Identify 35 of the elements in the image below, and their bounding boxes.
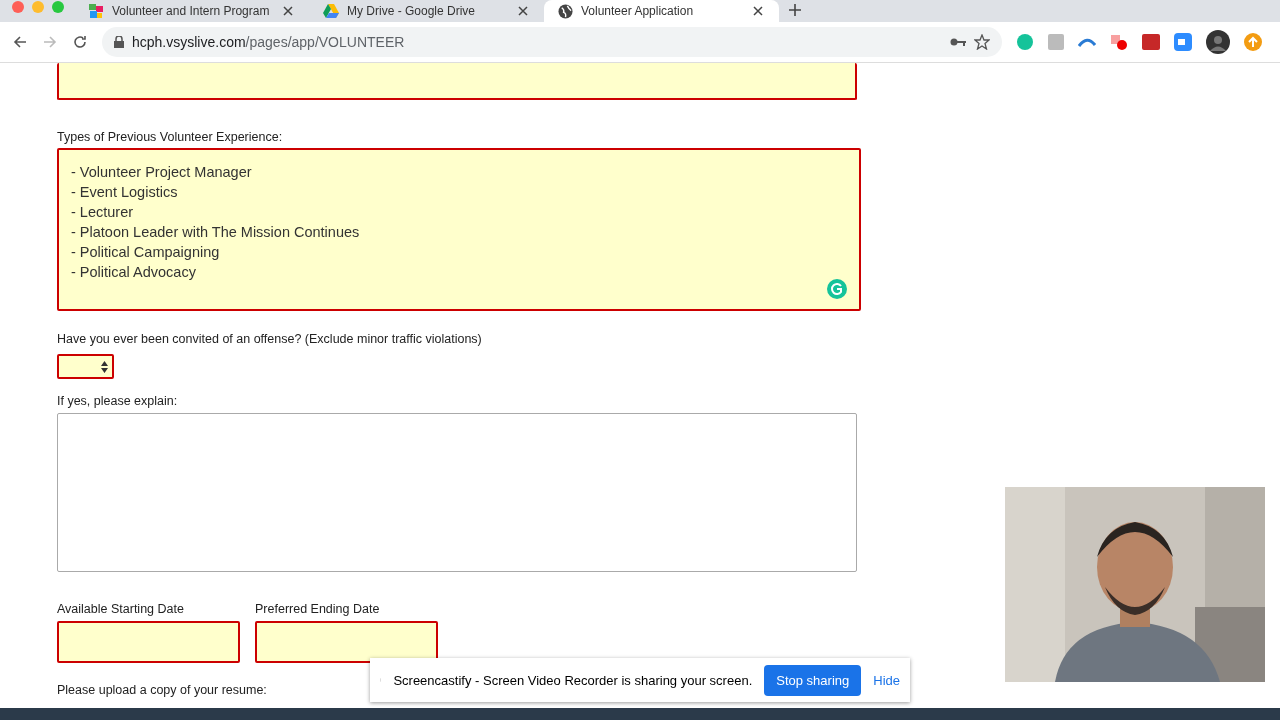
stop-sharing-button[interactable]: Stop sharing (764, 664, 862, 696)
extension-icon[interactable] (1078, 37, 1096, 47)
new-tab-icon[interactable] (787, 2, 803, 18)
field-label: Preferred Ending Date (255, 602, 381, 616)
hide-link[interactable]: Hide (873, 672, 900, 688)
date-field[interactable] (255, 621, 438, 663)
select-field[interactable] (57, 354, 114, 379)
browser-tab[interactable]: My Drive - Google Drive (309, 0, 544, 22)
globe-icon (558, 3, 573, 19)
field-label: Have you ever been convited of an offense? (Exclude minor traffic violations) (57, 332, 483, 346)
text-area[interactable] (57, 63, 857, 100)
close-icon[interactable] (751, 4, 765, 18)
key-icon[interactable] (950, 37, 966, 47)
app-icon (88, 3, 104, 19)
drive-icon (323, 4, 339, 18)
reload-icon[interactable] (72, 34, 88, 50)
close-window-button[interactable] (12, 1, 24, 13)
back-icon[interactable] (12, 34, 28, 50)
sharing-message: Screencastify - Screen Video Recorder is sharing your screen. (393, 672, 753, 688)
field-label: Types of Previous Volunteer Experience: (57, 130, 284, 144)
close-icon[interactable] (516, 4, 530, 18)
date-field[interactable] (57, 621, 240, 663)
close-icon[interactable] (281, 4, 295, 18)
star-icon[interactable] (974, 34, 990, 50)
extension-icon[interactable] (1174, 33, 1192, 51)
avatar-icon[interactable] (1206, 30, 1230, 54)
text-area[interactable]: - Volunteer Project Manager - Event Logistics - Lecturer - Platoon Leader with The Mission Continues - Political Campaigning - Political Advocacy (57, 148, 861, 311)
address-bar[interactable]: hcph.vsyslive.com/pages/app/VOLUNTEER (102, 27, 1002, 57)
extension-icon[interactable] (1110, 33, 1128, 51)
lock-icon (114, 36, 124, 48)
updown-icon (101, 360, 108, 373)
browser-tab[interactable]: Volunteer and Intern Program (74, 0, 309, 22)
field-label: If yes, please explain: (57, 394, 179, 408)
browser-tab[interactable]: Volunteer Application (544, 0, 779, 22)
field-label: Available Starting Date (57, 602, 185, 616)
